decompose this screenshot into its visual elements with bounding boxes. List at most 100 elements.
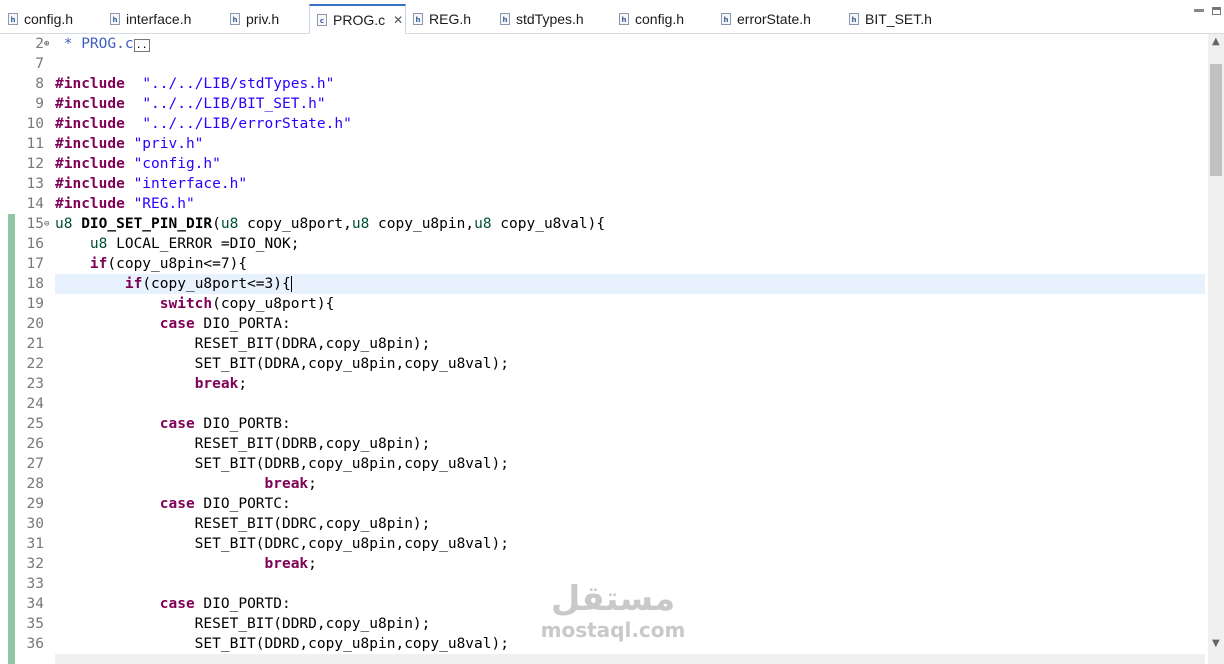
- code-line[interactable]: 21 RESET_BIT(DDRA,copy_u8pin);: [0, 334, 1200, 354]
- code-token: u8: [55, 216, 73, 232]
- fold-collapse-icon[interactable]: ⊖: [44, 214, 49, 234]
- tab-prog-c[interactable]: c PROG.c ✕: [309, 4, 406, 34]
- horizontal-scrollbar[interactable]: [55, 654, 1205, 664]
- code-text: * PROG.c..: [55, 34, 150, 56]
- code-line[interactable]: 14 #include "REG.h": [0, 194, 1200, 214]
- code-token: (: [212, 216, 221, 232]
- line-number: 10: [26, 116, 44, 132]
- line-number: 11: [26, 136, 44, 152]
- code-token: "interface.h": [133, 176, 248, 192]
- tab-stdtypes-h[interactable]: h stdTypes.h: [500, 4, 584, 34]
- code-line[interactable]: 28 break;: [0, 474, 1200, 494]
- code-line[interactable]: 20 case DIO_PORTA:: [0, 314, 1200, 334]
- line-number: 13: [26, 176, 44, 192]
- code-line[interactable]: 15 ⊖ u8 DIO_SET_PIN_DIR(u8 copy_u8port,u8 …: [0, 214, 1200, 234]
- tab-bit-set-h[interactable]: h BIT_SET.h: [849, 4, 932, 34]
- code-text: RESET_BIT(DDRD,copy_u8pin);: [55, 614, 431, 634]
- code-line[interactable]: 16 u8 LOCAL_ERROR =DIO_NOK;: [0, 234, 1200, 254]
- code-text: #include "../../LIB/stdTypes.h": [55, 74, 334, 94]
- editor-tab-bar: h config.h h interface.h h priv.h c PROG.c ✕ …: [0, 0, 1224, 34]
- code-text: RESET_BIT(DDRA,copy_u8pin);: [55, 334, 431, 354]
- tab-config-h[interactable]: h config.h: [8, 4, 73, 34]
- code-line[interactable]: 7: [0, 54, 1200, 74]
- vertical-scrollbar[interactable]: ▲ ▼: [1208, 34, 1224, 664]
- code-token: copy_u8port,: [238, 216, 352, 232]
- code-token: "REG.h": [133, 196, 195, 212]
- code-line[interactable]: 31 SET_BIT(DDRC,copy_u8pin,copy_u8val);: [0, 534, 1200, 554]
- code-line[interactable]: 19 switch(copy_u8port){: [0, 294, 1200, 314]
- code-token: DIO_PORTA:: [194, 316, 291, 332]
- c-file-icon: c: [317, 13, 327, 26]
- code-token: u8: [351, 216, 370, 232]
- code-token: "../../LIB/stdTypes.h": [142, 76, 335, 92]
- code-token: case: [159, 496, 195, 512]
- mostaql-watermark: مستقل mostaql.com: [538, 580, 688, 642]
- watermark-latin: mostaql.com: [540, 618, 686, 642]
- scroll-down-icon[interactable]: ▼: [1212, 638, 1220, 649]
- tab-config-h-2[interactable]: h config.h: [619, 4, 684, 34]
- code-token: "priv.h": [133, 136, 204, 152]
- line-number: 32: [26, 556, 44, 572]
- scroll-up-icon[interactable]: ▲: [1212, 36, 1220, 47]
- code-line[interactable]: 25 case DIO_PORTB:: [0, 414, 1200, 434]
- line-number: 2: [35, 36, 44, 52]
- code-line[interactable]: 24: [0, 394, 1200, 414]
- code-line[interactable]: 9 #include "../../LIB/BIT_SET.h": [0, 94, 1200, 114]
- line-number: 27: [26, 456, 44, 472]
- code-token: #include: [55, 96, 125, 112]
- minimize-icon[interactable]: [1194, 9, 1204, 12]
- code-line[interactable]: 12 #include "config.h": [0, 154, 1200, 174]
- line-number: 18: [26, 276, 44, 292]
- code-line[interactable]: 22 SET_BIT(DDRA,copy_u8pin,copy_u8val);: [0, 354, 1200, 374]
- maximize-icon[interactable]: [1212, 7, 1221, 15]
- code-line[interactable]: 8 #include "../../LIB/stdTypes.h": [0, 74, 1200, 94]
- code-token: ;: [238, 376, 248, 392]
- code-line[interactable]: 29 case DIO_PORTC:: [0, 494, 1200, 514]
- code-token: (copy_u8pin<=7){: [107, 256, 248, 272]
- code-token: RESET_BIT(DDRC,copy_u8pin);: [55, 516, 431, 532]
- code-line[interactable]: 18 if(copy_u8port<=3){: [0, 274, 1200, 294]
- code-line[interactable]: 11 #include "priv.h": [0, 134, 1200, 154]
- code-text: #include "../../LIB/errorState.h": [55, 114, 352, 134]
- line-number: 8: [35, 76, 44, 92]
- code-token: SET_BIT(DDRD,copy_u8pin,copy_u8val);: [55, 636, 509, 652]
- fold-expand-icon[interactable]: ⊕: [44, 34, 49, 54]
- code-editor[interactable]: 2 ⊕ * PROG.c.. 7 8 #include "../../LIB/stdTy…: [0, 34, 1208, 664]
- line-number: 28: [26, 476, 44, 492]
- code-line[interactable]: 32 break;: [0, 554, 1200, 574]
- code-line[interactable]: 13 #include "interface.h": [0, 174, 1200, 194]
- code-line[interactable]: 23 break;: [0, 374, 1200, 394]
- code-line[interactable]: 27 SET_BIT(DDRB,copy_u8pin,copy_u8val);: [0, 454, 1200, 474]
- code-token: ;: [308, 556, 317, 572]
- code-line[interactable]: 17 if(copy_u8pin<=7){: [0, 254, 1200, 274]
- close-icon[interactable]: ✕: [393, 13, 403, 27]
- code-text: RESET_BIT(DDRB,copy_u8pin);: [55, 434, 431, 454]
- code-text: break;: [55, 554, 317, 574]
- code-text: u8 DIO_SET_PIN_DIR(u8 copy_u8port,u8 cop…: [55, 214, 605, 234]
- tab-label: config.h: [24, 11, 74, 27]
- tab-interface-h[interactable]: h interface.h: [110, 4, 191, 34]
- code-line[interactable]: 2 ⊕ * PROG.c..: [0, 34, 1200, 54]
- line-number: 12: [26, 156, 44, 172]
- tab-priv-h[interactable]: h priv.h: [230, 4, 279, 34]
- scrollbar-thumb[interactable]: [1210, 64, 1222, 176]
- code-line[interactable]: 10 #include "../../LIB/errorState.h": [0, 114, 1200, 134]
- code-text: if(copy_u8port<=3){: [55, 274, 292, 294]
- tab-label: stdTypes.h: [516, 11, 584, 27]
- code-token: LOCAL_ERROR =DIO_NOK;: [107, 236, 300, 252]
- line-number: 16: [26, 236, 44, 252]
- code-text: #include "priv.h": [55, 134, 203, 154]
- h-file-icon: h: [413, 13, 423, 25]
- code-token: #include: [55, 176, 125, 192]
- code-line[interactable]: 30 RESET_BIT(DDRC,copy_u8pin);: [0, 514, 1200, 534]
- code-line[interactable]: 26 RESET_BIT(DDRB,copy_u8pin);: [0, 434, 1200, 454]
- tab-reg-h[interactable]: h REG.h: [413, 4, 471, 34]
- tab-errorstate-h[interactable]: h errorState.h: [721, 4, 811, 34]
- h-file-icon: h: [619, 13, 629, 25]
